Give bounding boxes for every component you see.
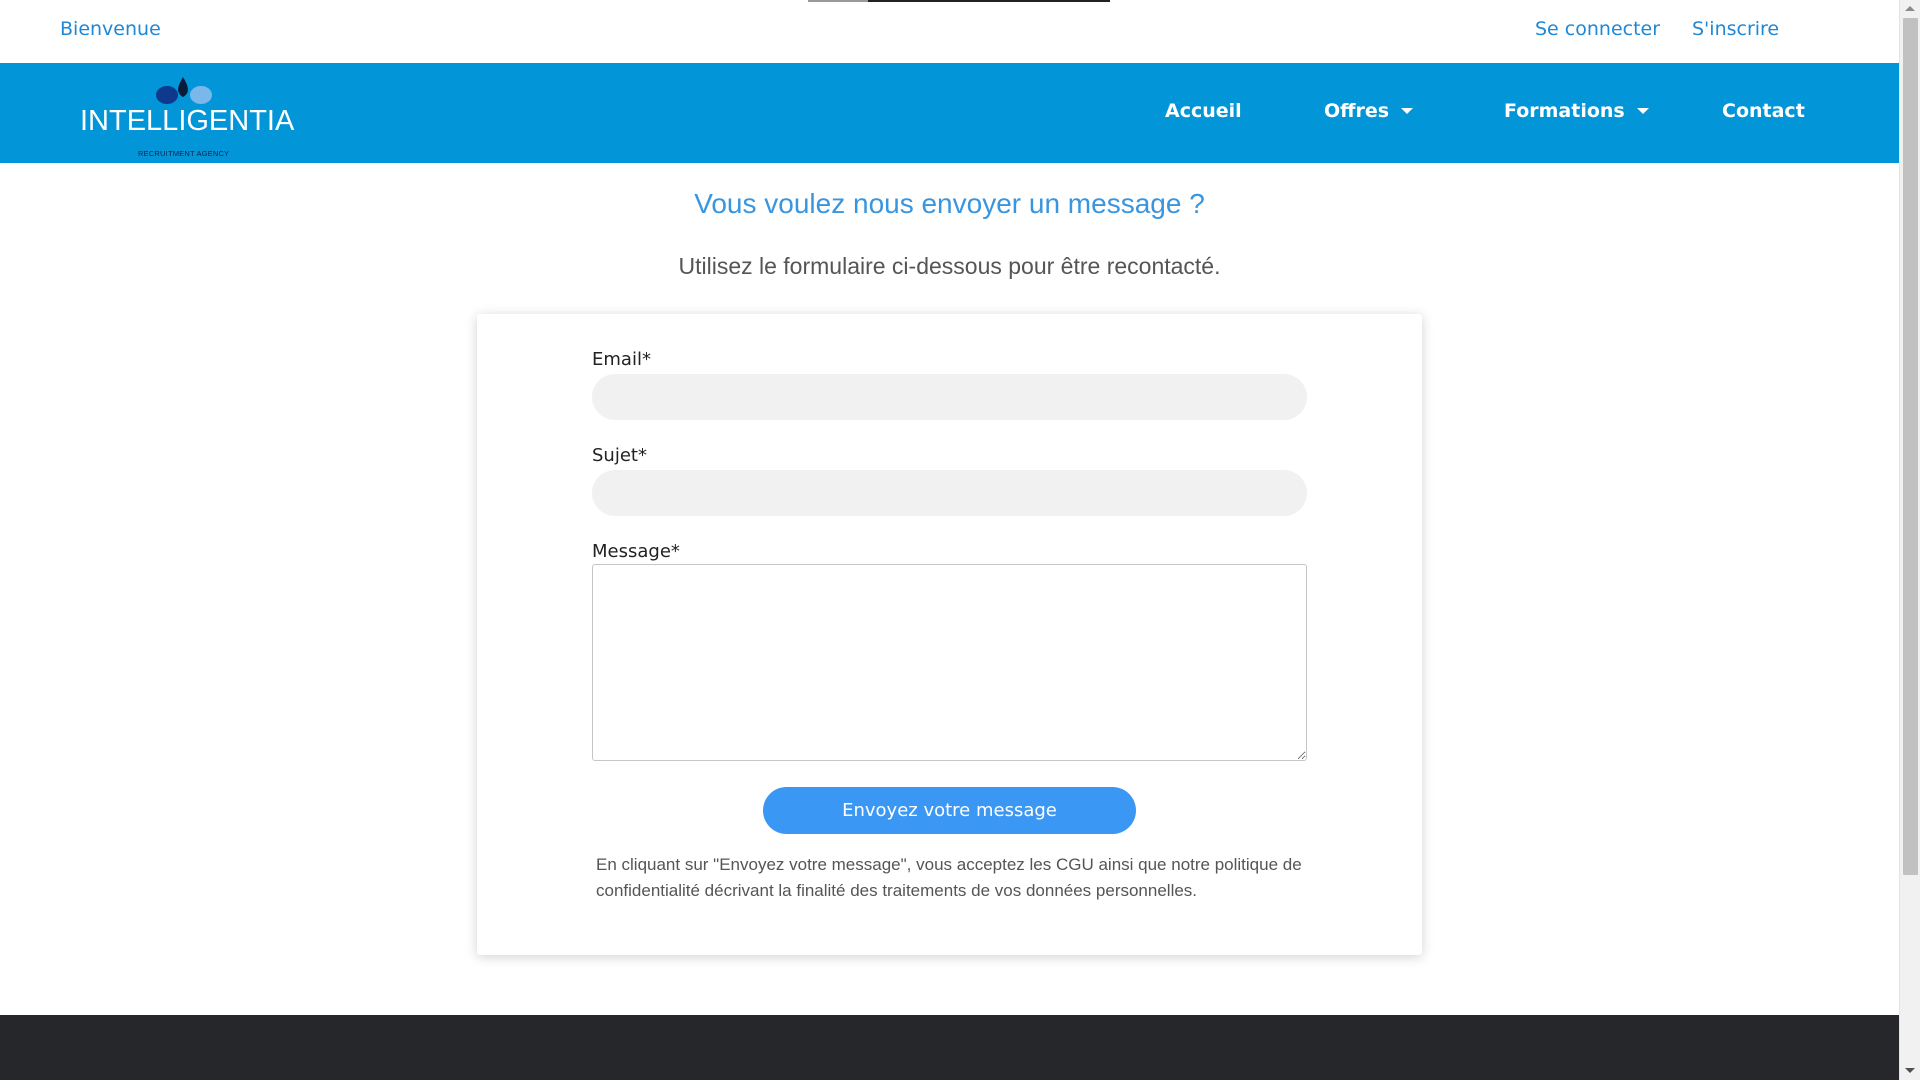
water-drops-logo-icon [156,77,212,104]
nav-item-label: Formations [1504,100,1625,122]
top-utility-bar: Bienvenue Se connecter S'inscrire [0,0,1899,63]
consent-disclaimer: En cliquant sur "Envoyez votre message",… [596,855,1302,900]
nav-item-accueil[interactable]: Accueil [1165,100,1242,122]
main-navbar: INTELLIGENTIA RECRUITMENT AGENCY Accueil… [0,63,1899,163]
nav-item-label: Offres [1324,100,1390,122]
nav-item-label: Accueil [1165,100,1242,122]
submit-message-button[interactable]: Envoyez votre message [763,787,1136,834]
signup-link[interactable]: S'inscrire [1692,18,1779,40]
nav-item-formations[interactable]: Formations [1504,100,1649,122]
nav-item-contact[interactable]: Contact [1722,100,1805,122]
page-footer [0,1015,1899,1080]
brand-tagline: RECRUITMENT AGENCY [138,149,230,158]
brand-logo[interactable]: INTELLIGENTIA RECRUITMENT AGENCY [80,73,300,158]
login-link[interactable]: Se connecter [1535,18,1660,40]
welcome-link[interactable]: Bienvenue [60,18,161,40]
brand-name: INTELLIGENTIA [80,105,295,137]
nav-item-offres[interactable]: Offres [1324,100,1414,122]
chevron-down-icon [1401,108,1414,114]
subject-label: Sujet* [592,445,647,466]
page-title: Vous voulez nous envoyer un message ? [694,188,1205,219]
vertical-scrollbar[interactable] [1899,0,1920,1080]
subject-field[interactable] [592,470,1307,516]
scrollbar-thumb[interactable] [1903,18,1918,875]
message-label: Message* [592,541,680,562]
contact-page: Bienvenue Se connecter S'inscrire INTELL… [0,0,1920,1080]
contact-form-card: Email* Sujet* Message* Envoyez votre mes… [477,314,1422,955]
scroll-up-arrow-icon[interactable] [1905,6,1915,11]
page-load-indicator-light [808,0,868,2]
nav-item-label: Contact [1722,100,1805,122]
page-subtitle: Utilisez le formulaire ci-dessous pour ê… [678,253,1221,279]
email-field[interactable] [592,374,1307,420]
email-label: Email* [592,349,651,370]
scroll-down-arrow-icon[interactable] [1905,1068,1915,1073]
chevron-down-icon [1636,108,1649,114]
message-textarea[interactable] [592,564,1307,761]
